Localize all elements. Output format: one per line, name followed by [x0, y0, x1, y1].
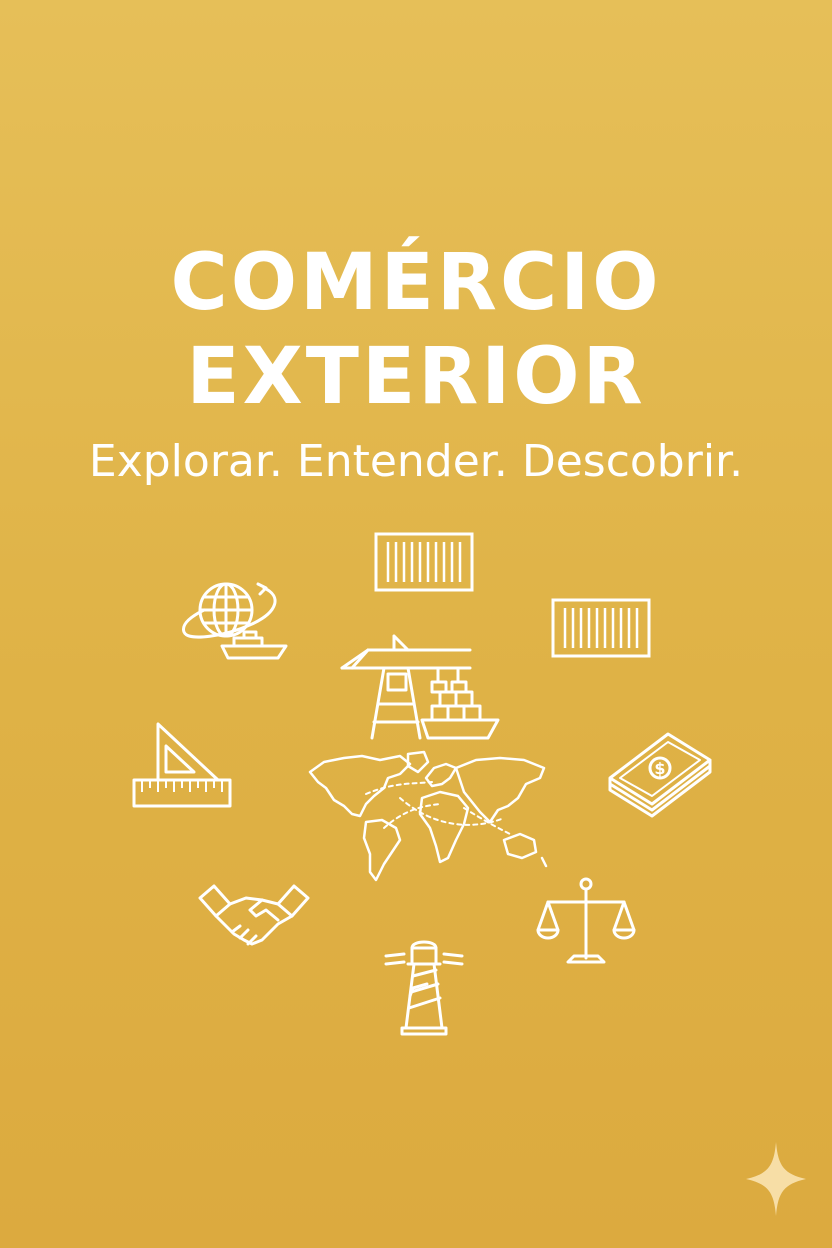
scales-of-justice-icon	[536, 877, 636, 964]
svg-text:$: $	[654, 759, 665, 778]
lighthouse-icon	[384, 940, 464, 1036]
port-crane-icon	[340, 634, 500, 740]
money-stack-icon: $	[608, 732, 712, 818]
set-square-ruler-icon	[132, 722, 232, 808]
title-line-1: COMÉRCIO	[170, 238, 662, 328]
tagline: Explorar. Entender. Descobrir.	[88, 436, 744, 487]
sparkle-icon	[746, 1142, 806, 1216]
shipping-container-icon	[374, 532, 474, 592]
shipping-container-icon	[551, 598, 651, 658]
world-map-icon	[308, 750, 548, 882]
cover: COMÉRCIO EXTERIOR Explorar. Entender. De…	[0, 0, 832, 1248]
title-line-2: EXTERIOR	[186, 332, 646, 422]
globe-orbit-icon	[182, 582, 288, 660]
handshake-icon	[198, 884, 310, 946]
